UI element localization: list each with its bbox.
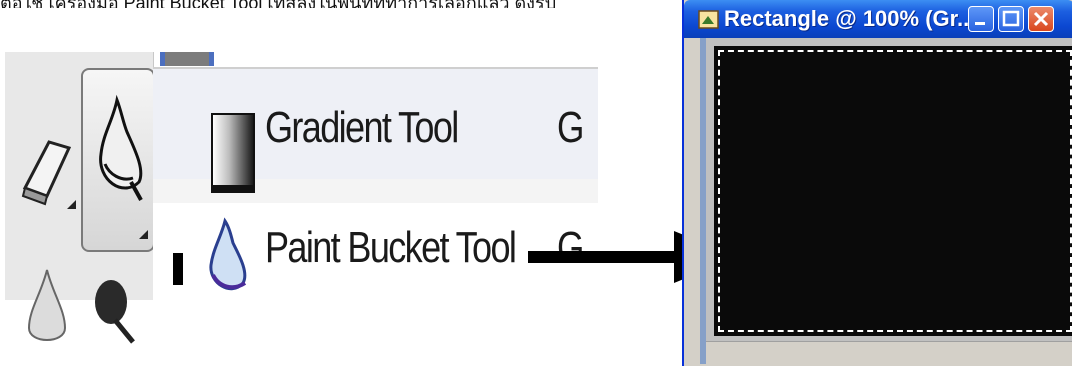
close-icon <box>1033 11 1049 27</box>
burn-icon[interactable] <box>85 270 145 352</box>
horizontal-scrollbar[interactable] <box>706 341 1072 364</box>
document-window: Rectangle @ 100% (Gr... <box>682 0 1072 366</box>
close-button[interactable] <box>1028 6 1054 32</box>
document-icon <box>698 10 719 29</box>
menu-item-label: Paint Bucket Tool <box>265 223 517 272</box>
paint-bucket-icon <box>99 94 143 201</box>
window-title: Rectangle @ 100% (Gr... <box>724 6 976 31</box>
toolbox-tab <box>160 52 214 66</box>
menu-item-label: Gradient Tool <box>265 103 459 152</box>
minimize-icon <box>975 22 985 25</box>
canvas-frame <box>700 38 1072 364</box>
blur-icon[interactable] <box>19 266 75 352</box>
document-canvas[interactable] <box>714 46 1072 336</box>
menu-item-gradient-tool[interactable]: Gradient Tool G <box>153 69 598 193</box>
maximize-icon <box>1002 10 1020 27</box>
paint-bucket-tool-button[interactable] <box>81 68 155 252</box>
gradient-icon <box>211 113 255 193</box>
selected-bullet <box>173 253 183 285</box>
eraser-icon[interactable] <box>19 118 76 210</box>
toolbox <box>5 52 155 344</box>
title-bar[interactable]: Rectangle @ 100% (Gr... <box>684 0 1072 38</box>
maximize-button[interactable] <box>998 6 1024 32</box>
header-cutoff-text: ต่อใช้ เครื่องมือ Paint Bucket Tool เทสี… <box>0 0 680 8</box>
minimize-button[interactable] <box>968 6 994 32</box>
menu-item-shortcut: G <box>557 103 585 152</box>
paint-bucket-icon <box>209 217 247 291</box>
